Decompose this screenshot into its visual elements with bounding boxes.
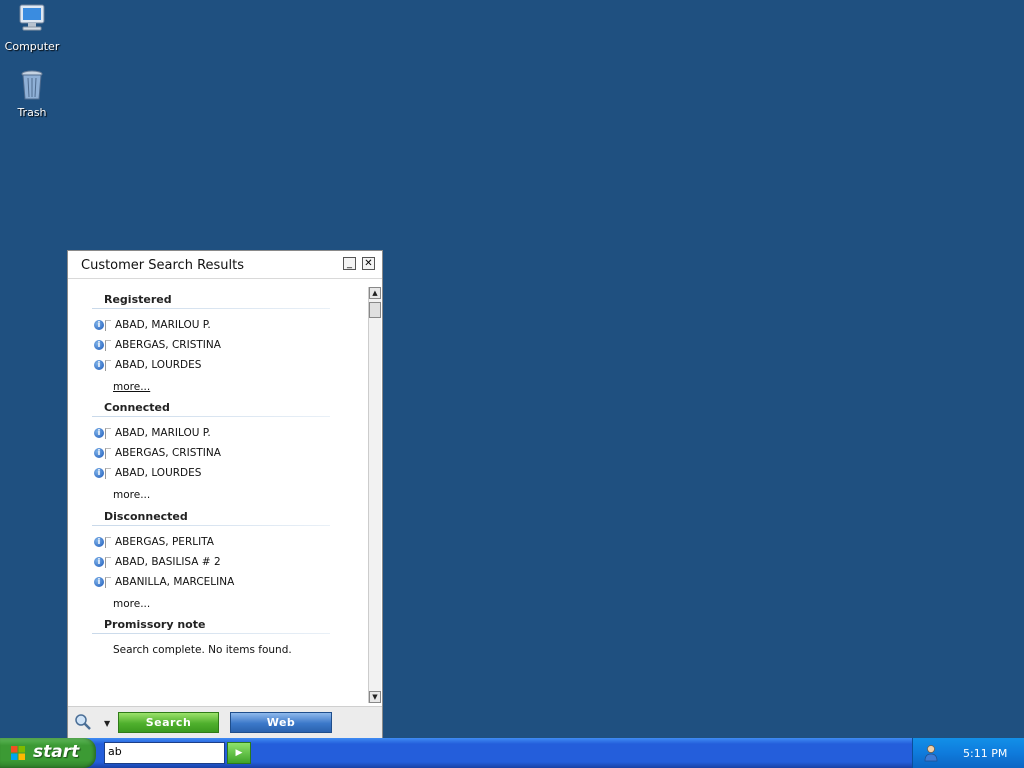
play-arrow-icon: ▶: [235, 748, 243, 758]
info-icon: i: [94, 340, 104, 350]
no-items-message: Search complete. No items found.: [113, 644, 292, 656]
go-button[interactable]: ▶: [227, 742, 251, 764]
info-icon: i: [94, 468, 104, 478]
customer-search-results-window: Customer Search Results _ ✕ Registered i…: [67, 250, 383, 738]
close-icon: ✕: [364, 258, 373, 269]
info-icon: i: [94, 448, 104, 458]
desktop-icon-trash[interactable]: Trash: [0, 68, 64, 119]
minimize-button[interactable]: _: [343, 257, 356, 270]
popup-header: Customer Search Results _ ✕: [68, 251, 382, 279]
computer-icon: [15, 2, 49, 36]
more-link-connected[interactable]: more...: [113, 489, 150, 501]
start-label: start: [33, 742, 80, 762]
result-item[interactable]: i ABAD, LOURDES: [94, 359, 201, 375]
result-item[interactable]: i ABERGAS, CRISTINA: [94, 447, 221, 463]
result-item[interactable]: i ABAD, MARILOU P.: [94, 427, 211, 443]
result-item[interactable]: i ABANILLA, MARCELINA: [94, 576, 234, 592]
web-button[interactable]: Web: [230, 712, 332, 733]
trash-icon: [15, 68, 49, 102]
info-icon: i: [94, 428, 104, 438]
document-icon: [105, 467, 111, 479]
arrow-down-icon: ▼: [372, 693, 378, 701]
info-icon: i: [94, 577, 104, 587]
taskbar-search-input[interactable]: ab: [104, 742, 225, 764]
dropdown-arrow-icon[interactable]: ▼: [104, 719, 110, 728]
document-icon: [105, 447, 111, 459]
result-item[interactable]: i ABERGAS, CRISTINA: [94, 339, 221, 355]
desktop-icon-label: Trash: [17, 106, 47, 119]
start-button[interactable]: start: [0, 738, 96, 768]
section-divider: [92, 525, 330, 526]
magnifier-icon[interactable]: [74, 713, 91, 730]
document-icon: [105, 319, 111, 331]
info-icon: i: [94, 557, 104, 567]
popup-title: Customer Search Results: [81, 258, 245, 273]
scroll-up-arrow[interactable]: ▲: [369, 287, 381, 299]
document-icon: [105, 359, 111, 371]
close-button[interactable]: ✕: [362, 257, 375, 270]
scroll-thumb[interactable]: [369, 302, 381, 318]
more-link-registered[interactable]: more...: [113, 381, 150, 393]
results-scrollbar[interactable]: ▲ ▼: [368, 287, 381, 703]
search-button[interactable]: Search: [118, 712, 219, 733]
document-icon: [105, 339, 111, 351]
desktop-icon-computer[interactable]: Computer: [0, 2, 64, 53]
desktop-icon-label: Computer: [4, 40, 60, 53]
info-icon: i: [94, 537, 104, 547]
clock: 5:11 PM: [963, 747, 1008, 760]
minimize-icon: _: [347, 258, 352, 269]
document-icon: [105, 576, 111, 588]
result-item[interactable]: i ABAD, BASILISA # 2: [94, 556, 221, 572]
result-item[interactable]: i ABERGAS, PERLITA: [94, 536, 214, 552]
info-icon: i: [94, 320, 104, 330]
results-list: Registered i ABAD, MARILOU P. i ABERGAS, C…: [68, 279, 368, 703]
document-icon: [105, 427, 111, 439]
section-title-registered: Registered: [104, 293, 172, 306]
info-icon: i: [94, 360, 104, 370]
scroll-down-arrow[interactable]: ▼: [369, 691, 381, 703]
document-icon: [105, 536, 111, 548]
taskbar: start ab ▶ 5:11 PM: [0, 738, 1024, 768]
windows-flag-icon: [10, 745, 26, 761]
more-link-disconnected[interactable]: more...: [113, 598, 150, 610]
section-title-connected: Connected: [104, 401, 170, 414]
section-divider: [92, 416, 330, 417]
popup-footer: ▼ Search Web: [68, 706, 382, 738]
system-tray: 5:11 PM: [912, 738, 1024, 768]
result-item[interactable]: i ABAD, MARILOU P.: [94, 319, 211, 335]
document-icon: [105, 556, 111, 568]
section-divider: [92, 308, 330, 309]
result-item[interactable]: i ABAD, LOURDES: [94, 467, 201, 483]
user-icon[interactable]: [923, 744, 939, 762]
section-divider: [92, 633, 330, 634]
section-title-disconnected: Disconnected: [104, 510, 188, 523]
arrow-up-icon: ▲: [372, 289, 378, 297]
section-title-promissory-note: Promissory note: [104, 618, 206, 631]
